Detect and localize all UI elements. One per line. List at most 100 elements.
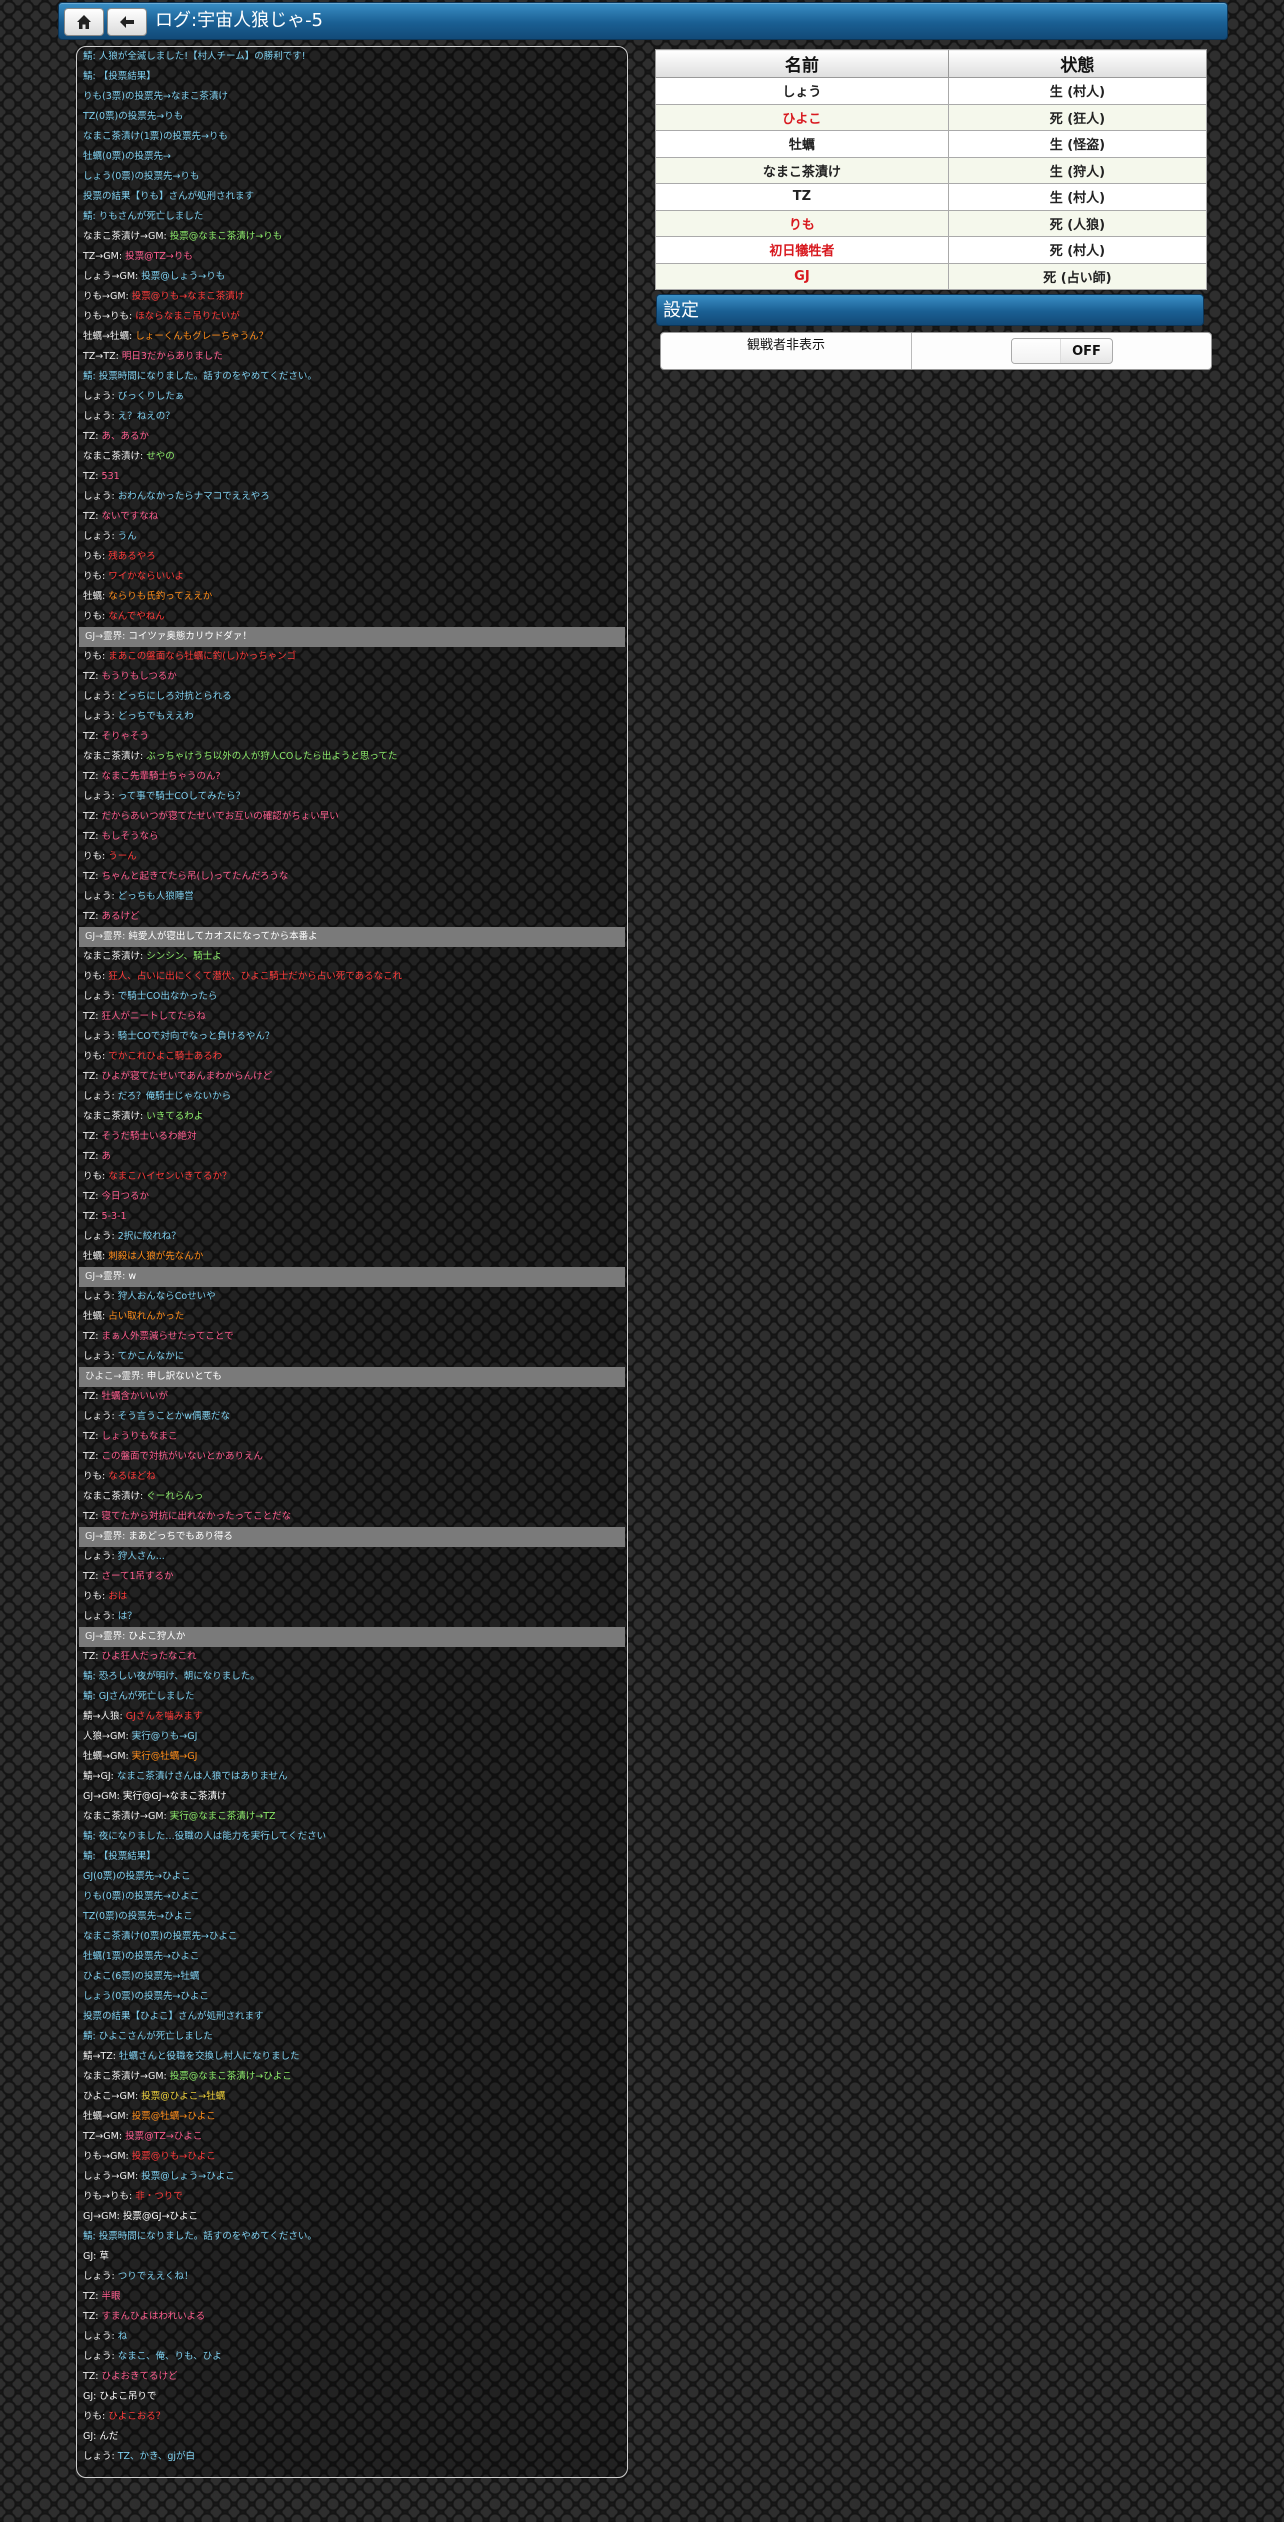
chat-line: りも→りも: ほならなまこ吊りたいが [77, 307, 627, 327]
chat-speaker: りも→GM: [83, 291, 132, 302]
chat-line: しょう: どっちでもええわ [77, 707, 627, 727]
chat-text: てかこんなかに [117, 1351, 185, 1362]
chat-line: しょう: え？ねえの？ [77, 407, 627, 427]
chat-text: まあこの盤面なら牡蠣に釣(し)かっちゃンゴ [108, 651, 297, 662]
chat-speaker: GJ→霊界: [85, 931, 129, 942]
chat-text: しょーくんもグレーちゃうん？ [135, 331, 269, 342]
chat-text: おは [108, 1591, 128, 1602]
chat-text: 非・つりで [135, 2191, 183, 2202]
chat-text: まぁ人外票減らせたってことで [101, 1331, 234, 1342]
chat-line: 牡蠣: ならりも氏釣ってええか [77, 587, 627, 607]
chat-line: なまこ茶漬け: せやの [77, 447, 627, 467]
chat-text: ならりも氏釣ってええか [108, 591, 213, 602]
chat-speaker: りも→GM: [83, 2151, 132, 2162]
chat-line: TZ: 半眼 [77, 2287, 627, 2307]
chat-line: TZ: 5-3-1 [77, 1207, 627, 1227]
app-header: ログ:宇宙人狼じゃ-5 [58, 2, 1228, 40]
chat-text: って事で騎士COしてみたら？ [117, 791, 246, 802]
arrow-left-icon [120, 16, 134, 28]
chat-line: しょう: つりでええくね！ [77, 2267, 627, 2287]
chat-speaker: 鯖→TZ: [83, 2051, 119, 2062]
player-row: 牡蠣生 (怪盗) [655, 130, 1208, 158]
chat-line: なまこ茶漬け→GM: 実行@なまこ茶漬け→TZ [77, 1807, 627, 1827]
chat-speaker: 牡蠣→牡蠣: [83, 331, 136, 342]
chat-line: しょう: は？ [77, 1607, 627, 1627]
chat-text: 鯖: 投票時間になりました。話すのをやめてください。 [83, 371, 317, 382]
chat-line: りも→りも: 非・つりで [77, 2187, 627, 2207]
chat-text: そう言うことかw偶悪だな [117, 1411, 231, 1422]
chat-line: 鯖: 恐ろしい夜が明け、朝になりました。 [77, 1667, 627, 1687]
chat-speaker: しょう: [83, 1551, 118, 1562]
chat-text: りも(3票)の投票先→なまこ茶漬け [83, 91, 228, 102]
chat-text: なるほどね [108, 1471, 156, 1482]
chat-speaker: りも: [83, 2411, 109, 2422]
chat-line: りも: おは [77, 1587, 627, 1607]
chat-speaker: なまこ茶漬け: [83, 751, 147, 762]
player-state: 死 (占い師) [947, 262, 1208, 290]
chat-text: ひよこ吊りで [99, 2391, 157, 2402]
chat-line: 鯖: 【投票結果】 [77, 1847, 627, 1867]
chat-speaker: GJ: [83, 2431, 100, 2442]
chat-speaker: TZ: [83, 1011, 102, 1022]
chat-text: あ [101, 1151, 112, 1162]
chat-line: TZ: さーて1吊するか [77, 1567, 627, 1587]
home-button[interactable] [64, 8, 104, 36]
chat-speaker: りも→りも: [83, 311, 136, 322]
chat-line: しょう: で騎士CO出なかったら [77, 987, 627, 1007]
chat-line: 牡蠣→GM: 投票@牡蠣→ひよこ [77, 2107, 627, 2127]
chat-line: しょう: ね [77, 2327, 627, 2347]
chat-text: 草 [99, 2251, 109, 2262]
chat-line: りも: うーん [77, 847, 627, 867]
chat-speaker: TZ→GM: [83, 251, 126, 262]
chat-text: 残あるやろ [108, 551, 156, 562]
chat-text: どっちにしろ対抗とられる [117, 691, 232, 702]
spectator-hide-toggle[interactable]: OFF [1011, 338, 1113, 364]
chat-speaker: TZ: [83, 731, 102, 742]
chat-text: 今日つるか [101, 1191, 150, 1202]
chat-speaker: りも: [83, 571, 109, 582]
chat-speaker: しょう: [83, 691, 118, 702]
chat-text: しょう(0票)の投票先→りも [83, 171, 200, 182]
chat-speaker: 牡蠣: [83, 591, 109, 602]
chat-line: なまこ茶漬け: ぐーれらんっ [77, 1487, 627, 1507]
chat-text: は？ [117, 1611, 137, 1622]
chat-line: しょう: おわんなかったらナマコでええやろ [77, 487, 627, 507]
chat-speaker: GJ: [83, 2251, 100, 2262]
chat-speaker: TZ: [83, 831, 102, 842]
chat-line: なまこ茶漬け: ぶっちゃけうち以外の人が狩人COしたら出ようと思ってた [77, 747, 627, 767]
chat-line: TZ(0票)の投票先→ひよこ [77, 1907, 627, 1927]
chat-speaker: TZ: [83, 2311, 102, 2322]
chat-speaker: TZ: [83, 2371, 102, 2382]
chat-line: しょう: 2択に絞れね？ [77, 1227, 627, 1247]
chat-text: ひよこ狩人か [128, 1631, 186, 1642]
chat-line: 鯖: 投票時間になりました。話すのをやめてください。 [77, 367, 627, 387]
chat-text: 牡蠣(1票)の投票先→ひよこ [83, 1951, 200, 1962]
chat-text: おわんなかったらナマコでええやろ [117, 491, 270, 502]
chat-line: TZ: あ [77, 1147, 627, 1167]
chat-line: りも→GM: 投票@りも→ひよこ [77, 2147, 627, 2167]
chat-text: もしそうなら [101, 831, 159, 842]
chat-speaker: 人狼→GM: [83, 1731, 132, 1742]
player-row: なまこ茶漬け生 (狩人) [655, 156, 1208, 184]
home-icon [77, 15, 91, 29]
chat-text: 実行@りも→GJ [131, 1731, 198, 1742]
chat-log[interactable]: 鯖: 人狼が全滅しました!【村人チーム】の勝利です! 鯖: 【投票結果】 りも(3票… [76, 46, 628, 2478]
chat-line: GJ→GM: 投票@GJ→ひよこ [77, 2207, 627, 2227]
chat-text: 2択に絞れね？ [117, 1231, 181, 1242]
chat-text: 狂人、占いに出にくくて潜伏、ひよこ騎士だから占い死であるなこれ [108, 971, 403, 982]
chat-text: 鯖: 恐ろしい夜が明け、朝になりました。 [83, 1671, 260, 1682]
chat-line: しょう: なまこ、俺、りも、ひよ [77, 2347, 627, 2367]
chat-text: うん [117, 531, 137, 542]
chat-speaker: しょう: [83, 1031, 118, 1042]
chat-line: 牡蠣→牡蠣: しょーくんもグレーちゃうん？ [77, 327, 627, 347]
chat-line: TZ: この盤面で対抗がいないとかありえん [77, 1447, 627, 1467]
chat-speaker: TZ: [83, 811, 102, 822]
chat-line: TZ: 牡蠣含かいいが [77, 1387, 627, 1407]
player-row: GJ 死 (占い師) [655, 262, 1208, 290]
toggle-value: OFF [1072, 343, 1101, 359]
chat-line: TZ→GM: 投票@TZ→りも [77, 247, 627, 267]
chat-line: りも: 残あるやろ [77, 547, 627, 567]
toggle-knob [1012, 339, 1061, 363]
chat-speaker: しょう: [83, 1231, 118, 1242]
back-button[interactable] [107, 8, 147, 36]
